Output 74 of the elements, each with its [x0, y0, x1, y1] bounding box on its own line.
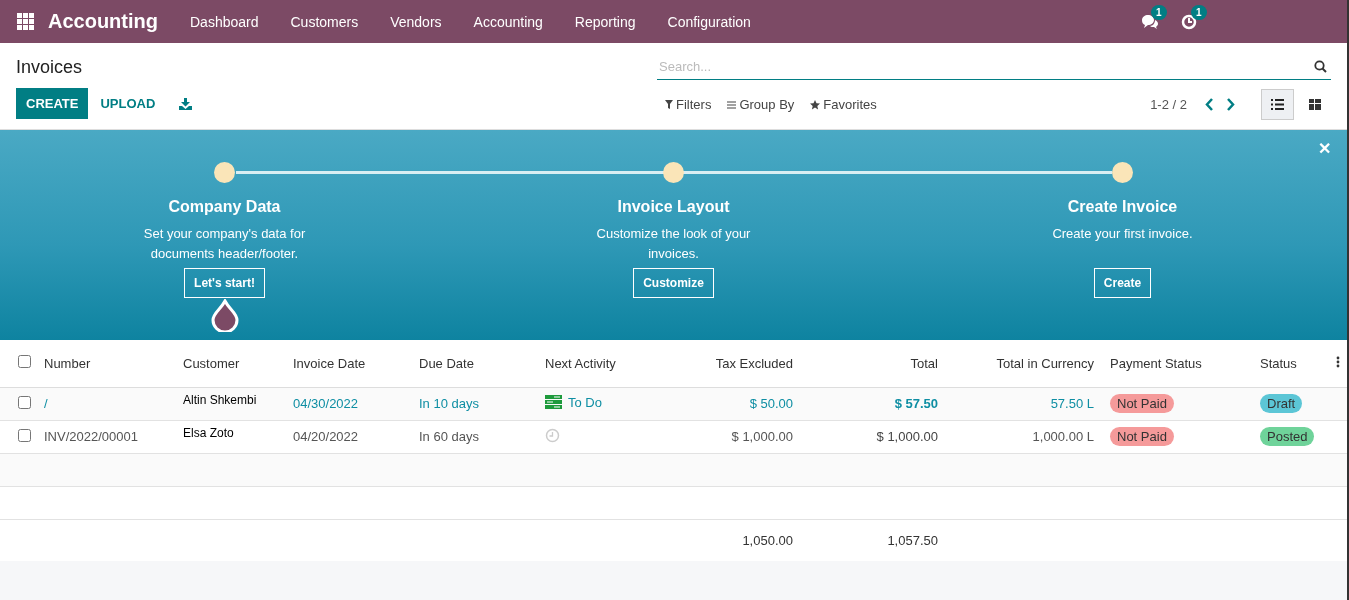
page-title: Invoices	[16, 57, 84, 79]
list-lines-icon	[727, 100, 737, 109]
row-checkbox[interactable]	[18, 395, 31, 409]
pager-value: 1-2 / 2	[1150, 97, 1187, 112]
column-header[interactable]: Number	[36, 340, 175, 387]
column-header[interactable]: Customer	[175, 340, 285, 387]
step-button[interactable]: Let's start!	[184, 268, 265, 298]
column-header[interactable]: Total in Currency	[946, 340, 1102, 387]
filter-toggle[interactable]: Group By	[719, 97, 803, 112]
app-name: Accounting	[48, 10, 158, 33]
customer-name: Altin Shkembi	[183, 393, 257, 407]
table-cell: INV/2022/00001	[36, 420, 175, 453]
menu-item[interactable]: Accounting	[457, 13, 559, 30]
column-header[interactable]: Due Date	[411, 340, 537, 387]
table-cell: $ 1,000.00	[665, 420, 801, 453]
table-cell: 04/20/2022	[285, 420, 411, 453]
step-button[interactable]: Create	[1093, 268, 1152, 298]
total-cell: 1,057.50	[801, 519, 946, 561]
table-cell: In 60 days	[411, 420, 537, 453]
app-grid-icon[interactable]	[17, 13, 34, 30]
menu-item[interactable]: Reporting	[558, 13, 652, 30]
more-options-icon[interactable]	[1336, 355, 1340, 368]
table-cell: 1,000.00 L	[946, 420, 1102, 453]
step-title: Invoice Layout	[617, 198, 730, 216]
filter-icon	[665, 100, 673, 109]
step-description: Set your company's data for documents header/footer.	[142, 225, 307, 263]
activity-count-badge: 1	[1191, 4, 1207, 20]
step-description: Customize the look of your invoices.	[595, 225, 752, 263]
create-button[interactable]: CREATE	[16, 88, 89, 119]
customer-name: Elsa Zoto	[183, 426, 234, 440]
table-cell: In 10 days	[411, 387, 537, 420]
table-cell: $ 1,000.00	[801, 420, 946, 453]
column-header[interactable]: Tax Excluded	[665, 340, 801, 387]
step-title: Company Data	[168, 198, 281, 216]
menu-item[interactable]: Vendors	[374, 13, 458, 30]
message-count-badge: 1	[1151, 4, 1167, 20]
upload-button[interactable]: UPLOAD	[90, 88, 166, 119]
status-tag: Draft	[1260, 394, 1303, 413]
clock-icon	[1181, 13, 1197, 30]
list-icon	[1271, 99, 1284, 110]
step-button[interactable]: Customize	[633, 268, 714, 298]
search-icon	[1314, 59, 1327, 73]
payment-status-tag: Not Paid	[1110, 394, 1174, 413]
table-cell: $ 50.00	[665, 387, 801, 420]
table-cell: /	[36, 387, 175, 420]
table-cell: $ 57.50	[801, 387, 946, 420]
status-tag: Posted	[1260, 427, 1315, 446]
download-icon[interactable]	[179, 97, 193, 110]
column-header[interactable]: Status	[1252, 340, 1328, 387]
select-all-checkbox[interactable]	[18, 355, 31, 369]
row-checkbox[interactable]	[18, 428, 31, 442]
filter-toggle[interactable]: Filters	[657, 97, 720, 112]
list-view-button[interactable]	[1261, 89, 1294, 120]
activity-todo[interactable]: To Do	[545, 394, 602, 410]
step-dot	[663, 162, 684, 183]
step-description: Create your first invoice.	[1051, 225, 1194, 243]
filter-toggle[interactable]: Favorites	[802, 97, 885, 112]
step-title: Create Invoice	[1067, 198, 1178, 216]
step-dot	[1112, 162, 1133, 183]
total-cell: 1,050.00	[665, 519, 801, 561]
menu-item[interactable]: Customers	[274, 13, 375, 30]
column-header[interactable]: Next Activity	[537, 340, 665, 387]
stacked-bars-icon	[545, 395, 562, 410]
column-header[interactable]: Payment Status	[1102, 340, 1252, 387]
grid-icon	[1308, 99, 1321, 110]
step-dot	[214, 162, 235, 183]
table-cell: 04/30/2022	[285, 387, 411, 420]
star-icon	[810, 99, 821, 110]
menu-item[interactable]: Dashboard	[174, 13, 275, 30]
table-cell: 57.50 L	[946, 387, 1102, 420]
column-header[interactable]: Invoice Date	[285, 340, 411, 387]
payment-status-tag: Not Paid	[1110, 427, 1174, 446]
column-header[interactable]: Total	[801, 340, 946, 387]
menu-item[interactable]: Configuration	[651, 13, 767, 30]
